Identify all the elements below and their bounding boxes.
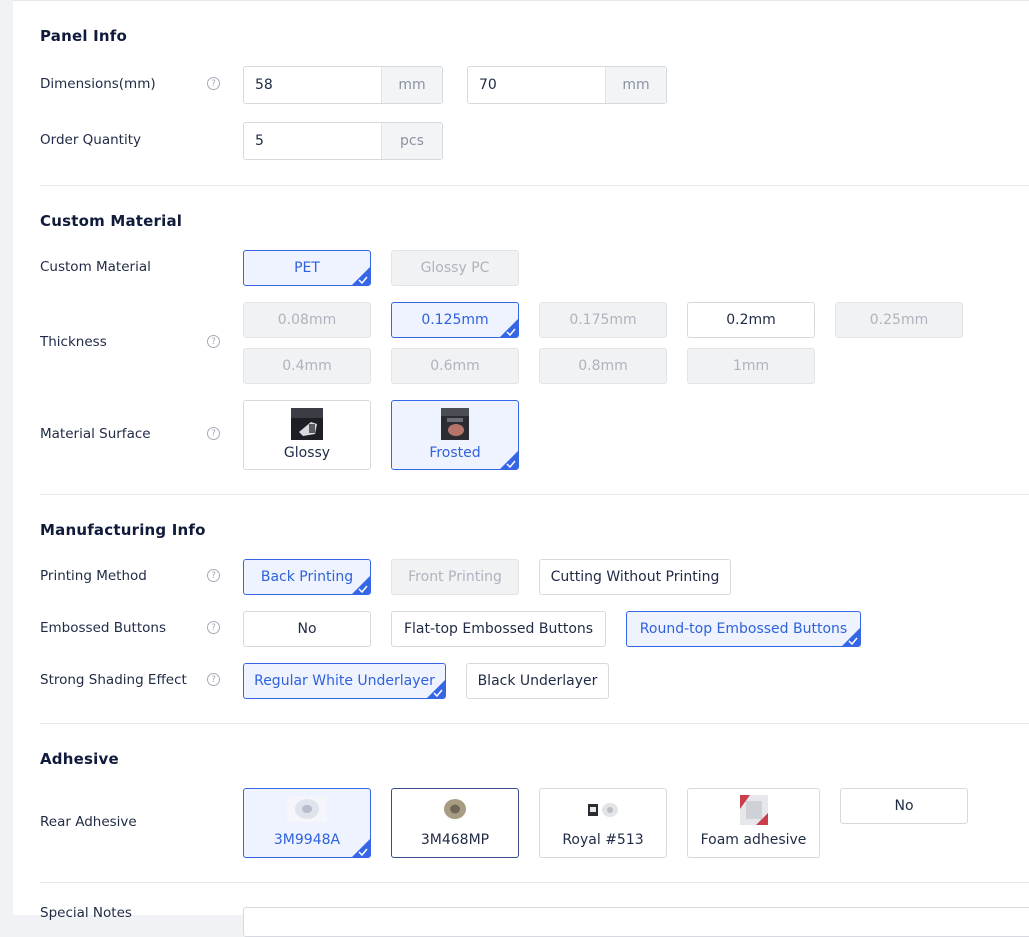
thickness-option[interactable]: 0.25mm <box>835 302 963 338</box>
quantity-unit: pcs <box>381 123 442 159</box>
divider <box>40 494 1029 495</box>
selected-check-icon <box>500 319 518 337</box>
width-value[interactable]: 58 <box>244 67 381 103</box>
selected-check-icon <box>352 576 370 594</box>
thickness-option[interactable]: 0.125mm <box>391 302 519 338</box>
width-input[interactable]: 58 mm <box>243 66 443 104</box>
dimensions-label: Dimensions(mm) <box>40 76 156 92</box>
config-panel <box>13 0 1029 915</box>
material-option-glossy-pc[interactable]: Glossy PC <box>391 250 519 286</box>
adhesive-option-foam[interactable]: Foam adhesive <box>687 788 820 858</box>
custom-material-label: Custom Material <box>40 259 151 275</box>
divider <box>40 185 1029 186</box>
shading-option-white[interactable]: Regular White Underlayer <box>243 663 446 699</box>
embossed-option-flat-top[interactable]: Flat-top Embossed Buttons <box>391 611 606 647</box>
shading-effect-label: Strong Shading Effect <box>40 672 187 688</box>
height-value[interactable]: 70 <box>468 67 605 103</box>
thickness-option[interactable]: 0.6mm <box>391 348 519 384</box>
surface-label: Material Surface <box>40 426 151 442</box>
selected-check-icon <box>500 451 518 469</box>
help-icon[interactable]: ? <box>207 569 220 582</box>
adhesive-option-3m9948a[interactable]: 3M9948A <box>243 788 371 858</box>
special-notes-input[interactable] <box>243 907 1029 937</box>
printing-method-label: Printing Method <box>40 568 147 584</box>
thickness-label: Thickness <box>40 334 107 350</box>
printing-option-front[interactable]: Front Printing <box>391 559 519 595</box>
printing-option-cutting[interactable]: Cutting Without Printing <box>539 559 731 595</box>
section-title-custom-material: Custom Material <box>40 212 183 230</box>
adhesive-3m9948a-image <box>287 796 327 822</box>
divider <box>40 723 1029 724</box>
embossed-option-no[interactable]: No <box>243 611 371 647</box>
rear-adhesive-label: Rear Adhesive <box>40 814 137 830</box>
selected-check-icon <box>842 628 860 646</box>
glossy-sample-image <box>291 408 323 440</box>
section-title-adhesive: Adhesive <box>40 750 119 768</box>
quantity-label: Order Quantity <box>40 132 141 148</box>
help-icon[interactable]: ? <box>207 621 220 634</box>
help-icon[interactable]: ? <box>207 673 220 686</box>
adhesive-royal-513-image <box>588 803 618 817</box>
shading-option-black[interactable]: Black Underlayer <box>466 663 609 699</box>
surface-option-glossy[interactable]: Glossy <box>243 400 371 470</box>
top-divider <box>13 0 1029 1</box>
thickness-option[interactable]: 0.08mm <box>243 302 371 338</box>
section-title-manufacturing: Manufacturing Info <box>40 521 206 539</box>
embossed-option-round-top[interactable]: Round-top Embossed Buttons <box>626 611 861 647</box>
adhesive-option-royal-513[interactable]: Royal #513 <box>539 788 667 858</box>
thickness-option[interactable]: 1mm <box>687 348 815 384</box>
section-title-panel-info: Panel Info <box>40 27 128 45</box>
frosted-sample-image <box>441 408 469 440</box>
adhesive-option-3m468mp[interactable]: 3M468MP <box>391 788 519 858</box>
selected-check-icon <box>352 267 370 285</box>
width-unit: mm <box>381 67 442 103</box>
divider <box>40 882 1029 883</box>
thickness-option[interactable]: 0.4mm <box>243 348 371 384</box>
thickness-option[interactable]: 0.8mm <box>539 348 667 384</box>
selected-check-icon <box>352 839 370 857</box>
adhesive-3m468mp-image <box>444 799 466 819</box>
selected-check-icon <box>427 680 445 698</box>
help-icon[interactable]: ? <box>207 77 220 90</box>
embossed-buttons-label: Embossed Buttons <box>40 620 166 636</box>
help-icon[interactable]: ? <box>207 427 220 440</box>
quantity-value[interactable]: 5 <box>244 123 381 159</box>
thickness-option[interactable]: 0.175mm <box>539 302 667 338</box>
special-notes-label: Special Notes <box>40 905 132 921</box>
thickness-option[interactable]: 0.2mm <box>687 302 815 338</box>
quantity-input[interactable]: 5 pcs <box>243 122 443 160</box>
adhesive-option-no[interactable]: No <box>840 788 968 824</box>
material-option-pet[interactable]: PET <box>243 250 371 286</box>
adhesive-foam-image <box>739 795 768 825</box>
height-unit: mm <box>605 67 666 103</box>
surface-option-frosted[interactable]: Frosted <box>391 400 519 470</box>
height-input[interactable]: 70 mm <box>467 66 667 104</box>
printing-option-back[interactable]: Back Printing <box>243 559 371 595</box>
help-icon[interactable]: ? <box>207 335 220 348</box>
